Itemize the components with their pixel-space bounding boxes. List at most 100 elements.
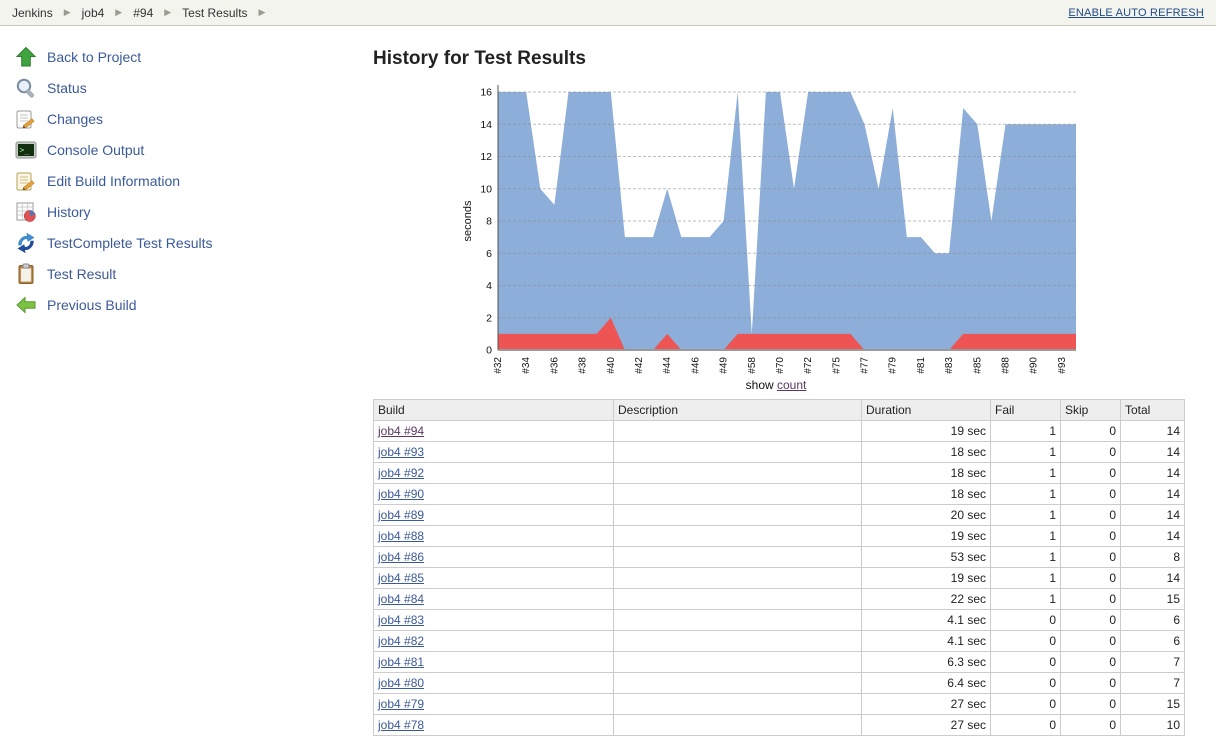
cell-build: job4 #88 [374,526,614,547]
cell-duration: 22 sec [862,589,991,610]
cell-skip: 0 [1061,652,1121,673]
cell-total: 14 [1121,442,1185,463]
build-link[interactable]: job4 #93 [378,445,424,459]
svg-text:#85: #85 [972,357,983,374]
test-result-trend-chart[interactable]: 0246810121416seconds#32#34#36#38#40#42#4… [461,82,1091,388]
build-link[interactable]: job4 #80 [378,676,424,690]
sidebar-item-label: Edit Build Information [47,173,180,189]
sidebar-item-status[interactable]: Status [0,73,373,104]
sidebar-item-console-output[interactable]: >_ Console Output [0,135,373,166]
cell-skip: 0 [1061,463,1121,484]
test-history-table: BuildDescriptionDurationFailSkipTotal jo… [373,399,1185,736]
cell-fail: 0 [991,631,1061,652]
svg-text:>_: >_ [20,146,30,155]
svg-text:#83: #83 [944,357,955,374]
sidebar-item-previous-build[interactable]: Previous Build [0,290,373,321]
cell-skip: 0 [1061,673,1121,694]
enable-auto-refresh-link[interactable]: ENABLE AUTO REFRESH [1068,7,1204,19]
cell-description [614,694,862,715]
cell-duration: 4.1 sec [862,631,991,652]
cell-skip: 0 [1061,694,1121,715]
breadcrumb-separator-icon: ▶ [115,7,122,18]
column-header-build[interactable]: Build [374,400,614,421]
cell-fail: 1 [991,442,1061,463]
cell-build: job4 #79 [374,694,614,715]
cell-total: 7 [1121,652,1185,673]
svg-text:12: 12 [480,151,492,163]
breadcrumb-item-job4[interactable]: job4 [82,6,105,20]
svg-text:#75: #75 [831,357,842,374]
main-panel: History for Test Results 0246810121416se… [373,26,1216,736]
breadcrumb-item-test-results[interactable]: Test Results [182,6,247,20]
svg-text:2: 2 [486,312,492,324]
sidebar-item-changes[interactable]: Changes [0,104,373,135]
cell-skip: 0 [1061,715,1121,736]
build-link[interactable]: job4 #84 [378,592,424,606]
build-link[interactable]: job4 #92 [378,466,424,480]
svg-text:16: 16 [480,87,492,99]
column-header-duration[interactable]: Duration [862,400,991,421]
page-title: History for Test Results [373,48,1185,70]
table-row: job4 #8422 sec1015 [374,589,1185,610]
sidebar-item-testcomplete-test-results[interactable]: TestComplete Test Results [0,228,373,259]
cell-build: job4 #90 [374,484,614,505]
cell-description [614,568,862,589]
cell-description [614,652,862,673]
column-header-skip[interactable]: Skip [1061,400,1121,421]
left-arrow-icon [14,293,38,317]
cell-build: job4 #78 [374,715,614,736]
sidebar-item-back-to-project[interactable]: Back to Project [0,42,373,73]
build-link[interactable]: job4 #78 [378,718,424,732]
build-link[interactable]: job4 #81 [378,655,424,669]
column-header-description[interactable]: Description [614,400,862,421]
cell-total: 10 [1121,715,1185,736]
testcomplete-icon [14,231,38,255]
sidebar-item-label: Console Output [47,142,144,158]
cell-description [614,673,862,694]
svg-text:#58: #58 [747,357,758,374]
cell-skip: 0 [1061,421,1121,442]
cell-build: job4 #80 [374,673,614,694]
svg-text:#88: #88 [1001,357,1012,374]
svg-text:#36: #36 [549,357,560,374]
table-row: job4 #816.3 sec007 [374,652,1185,673]
cell-duration: 19 sec [862,568,991,589]
sidebar-item-label: Status [47,80,87,96]
count-link[interactable]: count [777,378,806,392]
column-header-fail[interactable]: Fail [991,400,1061,421]
breadcrumb-item-jenkins[interactable]: Jenkins [12,6,53,20]
magnifier-icon [14,76,38,100]
cell-description [614,505,862,526]
svg-text:#49: #49 [719,357,730,374]
sidebar-item-history[interactable]: History [0,197,373,228]
build-link[interactable]: job4 #85 [378,571,424,585]
sidebar-item-edit-build-information[interactable]: Edit Build Information [0,166,373,197]
build-link[interactable]: job4 #94 [378,424,424,438]
build-link[interactable]: job4 #82 [378,634,424,648]
build-link[interactable]: job4 #83 [378,613,424,627]
svg-text:14: 14 [480,119,492,131]
cell-description [614,526,862,547]
table-row: job4 #9419 sec1014 [374,421,1185,442]
cell-total: 14 [1121,526,1185,547]
cell-build: job4 #93 [374,442,614,463]
build-link[interactable]: job4 #86 [378,550,424,564]
cell-description [614,610,862,631]
cell-description [614,463,862,484]
history-chart-icon [14,200,38,224]
cell-duration: 18 sec [862,442,991,463]
cell-description [614,631,862,652]
cell-fail: 1 [991,484,1061,505]
build-link[interactable]: job4 #79 [378,697,424,711]
cell-description [614,589,862,610]
breadcrumb-item-94[interactable]: #94 [133,6,153,20]
column-header-total[interactable]: Total [1121,400,1185,421]
table-row: job4 #8653 sec108 [374,547,1185,568]
cell-duration: 19 sec [862,526,991,547]
build-link[interactable]: job4 #89 [378,508,424,522]
svg-text:#70: #70 [775,357,786,374]
build-link[interactable]: job4 #88 [378,529,424,543]
sidebar-item-test-result[interactable]: Test Result [0,259,373,290]
build-link[interactable]: job4 #90 [378,487,424,501]
cell-fail: 1 [991,463,1061,484]
